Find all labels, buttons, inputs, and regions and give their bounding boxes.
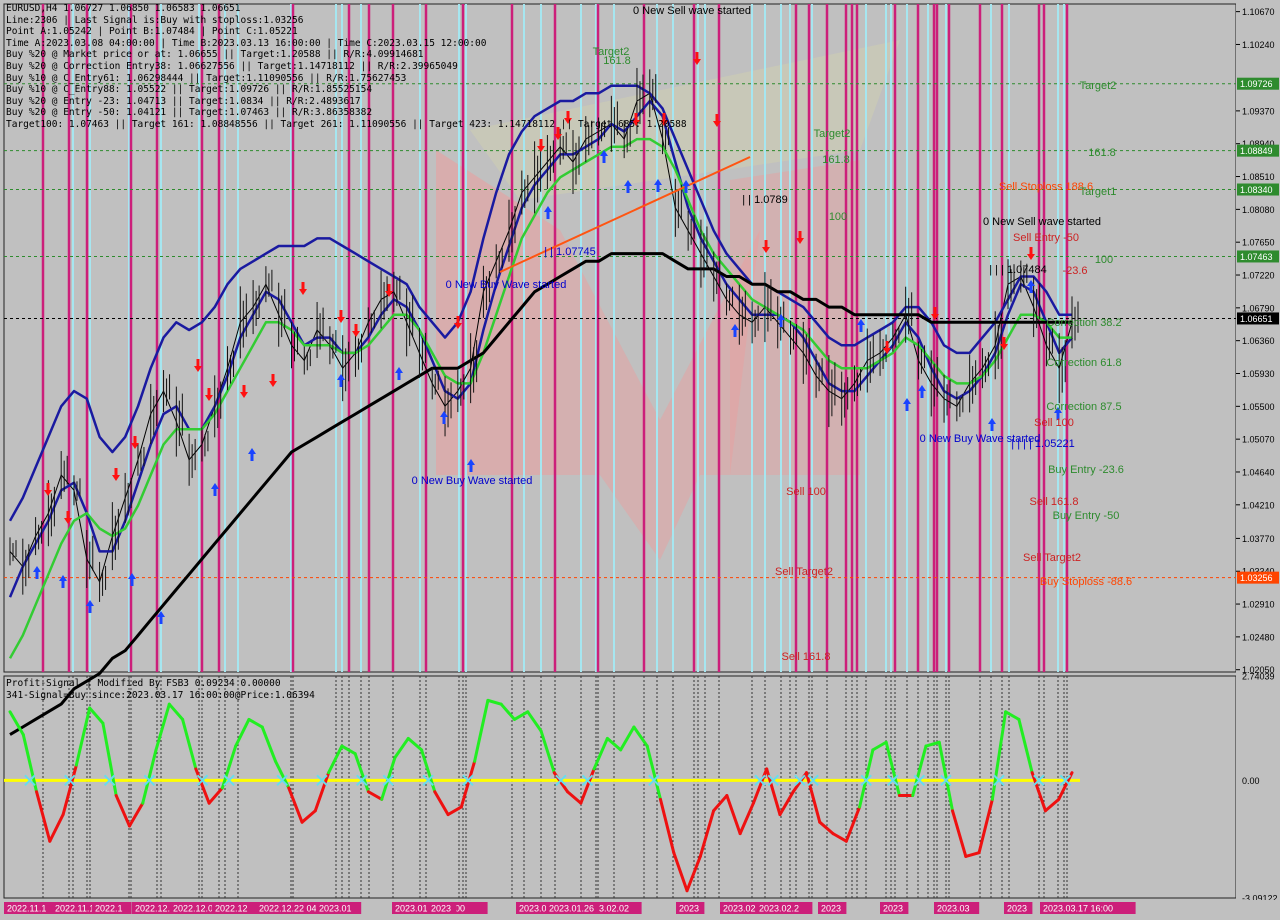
y-tick-label: 1.04640 [1242, 467, 1275, 477]
y-tick-label: 1.05070 [1242, 435, 1275, 445]
info-line: Time A:2023.03.08 04:00:00 | Time B:2023… [6, 37, 487, 49]
x-tick-label: 2022.12.1 [135, 904, 175, 914]
x-tick-label: 2022.11.1 [7, 904, 46, 914]
price-label: 1.03256 [1240, 573, 1273, 583]
chart-annotation: | | | 1.07484 [989, 264, 1047, 276]
chart-annotation: Target1 [1080, 186, 1117, 198]
x-tick-label: 2023.03.17 16:00 [1043, 904, 1113, 914]
info-panel: EURUSD,H4 1.06727 1.06850 1.06583 1.0665… [6, 3, 687, 131]
chart-annotation: 100 [829, 211, 847, 223]
x-tick-label: 2022.1 [95, 904, 123, 914]
chart-annotation: 161.8 [1088, 147, 1116, 159]
info-line: Line:2306 | Last Signal is:Buy with stop… [6, 14, 304, 26]
y-tick-label: 1.07220 [1242, 271, 1275, 281]
info-line: Buy %20 @ Entry -50: 1.04121 || Target:1… [6, 107, 373, 119]
chart-annotation: Sell 100 [1034, 417, 1074, 429]
x-tick-label: 2023.02.2 [759, 904, 799, 914]
y-tick-label: 1.04210 [1242, 500, 1275, 510]
x-tick-label: 2022.12 [215, 904, 248, 914]
y-tick-label: 1.06790 [1242, 303, 1275, 313]
chart-annotation: Sell Target2 [1023, 552, 1081, 564]
chart-annotation: | | 1.0789 [742, 194, 787, 206]
y-tick-label: 1.06360 [1242, 336, 1275, 346]
x-tick-label: 3.02.02 [599, 904, 629, 914]
price-label: 1.08849 [1240, 146, 1273, 156]
x-tick-label: 2023 [883, 904, 903, 914]
chart-annotation: Correction 87.5 [1046, 401, 1121, 413]
y-tick-label: 1.08510 [1242, 172, 1275, 182]
y-tick-label: 1.09370 [1242, 106, 1275, 116]
chart-annotation: -23.6 [1062, 265, 1087, 277]
chart-annotation: Target2 [1080, 80, 1117, 92]
x-tick-label: 2023 [431, 904, 451, 914]
chart-annotation: Buy Entry -23.6 [1048, 464, 1124, 476]
y-tick-label: 1.08080 [1242, 205, 1275, 215]
signal-status: 341-Signal=Buy since:2023.03.17 16:00:00… [6, 690, 315, 701]
chart-annotation: Sell Entry -50 [1013, 232, 1079, 244]
chart-annotation: Buy Entry -50 [1053, 510, 1120, 522]
y-tick-label: 1.03770 [1242, 534, 1275, 544]
y-tick-label: 1.10240 [1242, 40, 1275, 50]
chart-annotation: 0 New Sell wave started [983, 216, 1101, 228]
chart-annotation: Correction 38.2 [1046, 317, 1121, 329]
y-tick-label: 1.02480 [1242, 632, 1275, 642]
price-label: 1.08340 [1240, 185, 1273, 195]
x-tick-label: 2023 [679, 904, 699, 914]
chart-annotation: Sell 161.8 [782, 651, 831, 663]
chart-window[interactable]: 0 New Sell wave started Target2 161.8 Targe… [0, 0, 1280, 920]
chart-annotation: 161.8 [822, 154, 850, 166]
chart-annotation: Correction 61.8 [1046, 357, 1121, 369]
indicator-name: Profit-Signal | Modified By FSB3 0.09234… [6, 678, 281, 689]
sub-y-tick-label: 2.74039 [1242, 672, 1275, 682]
chart-annotation: Buy Stoploss -88.6 [1040, 576, 1132, 588]
chart-annotation: Target2 [814, 128, 851, 140]
info-line: Buy %10 @ C_Entry88: 1.05522 || Target:1… [6, 84, 373, 96]
info-line: EURUSD,H4 1.06727 1.06850 1.06583 1.0665… [6, 3, 241, 14]
chart-annotation: | | 1.07745 [544, 246, 596, 258]
info-line: Point A:1.05242 | Point B:1.07484 | Poin… [6, 26, 298, 38]
y-tick-label: 1.02910 [1242, 600, 1275, 610]
sub-y-tick-label: 0.00 [1242, 776, 1260, 786]
x-tick-label: 2023 [1007, 904, 1027, 914]
y-tick-label: 1.07650 [1242, 238, 1275, 248]
price-label: 1.07463 [1240, 252, 1273, 262]
y-tick-label: 1.10670 [1242, 7, 1275, 17]
price-label: 1.09726 [1240, 79, 1273, 89]
chart-annotation: 100 [1095, 254, 1113, 266]
chart-annotation: Sell 161.8 [1030, 496, 1079, 508]
info-line: Buy %20 @ Entry -23: 1.04713 || Target:1… [6, 95, 361, 107]
y-tick-label: 1.05930 [1242, 369, 1275, 379]
chart-annotation: | | | | 1.05221 [1011, 438, 1074, 450]
y-tick-label: 1.05500 [1242, 402, 1275, 412]
subwindow-title: Profit-Signal | Modified By FSB3 0.09234… [6, 678, 315, 702]
info-line: Buy %20 @ Correction Entry38: 1.06627556… [6, 60, 458, 72]
x-tick-label: 2022.11.1 [55, 904, 94, 914]
chart-annotation: 0 New Buy Wave started [412, 475, 533, 487]
x-tick-label: 2023.02 [723, 904, 756, 914]
x-tick-label: 2023.01 [319, 904, 352, 914]
info-line: Buy %20 @ Market price or at: 1.06655 ||… [6, 49, 424, 61]
chart-annotation: Sell Target2 [775, 566, 833, 578]
info-line: Buy %10 @ C_Entry61: 1.06298444 || Targe… [6, 72, 407, 84]
info-line: Target100: 1.07463 || Target 161: 1.0884… [6, 118, 687, 130]
price-label: 1.06651 [1240, 314, 1273, 324]
x-tick-label: 2023.03 [937, 904, 970, 914]
x-tick-label: 2023 [821, 904, 841, 914]
chart-annotation: Sell 100 [786, 486, 826, 498]
chart-annotation: 0 New Buy Wave started [446, 279, 567, 291]
price-chart[interactable]: 0 New Sell wave started Target2 161.8 Targe… [0, 0, 1280, 920]
